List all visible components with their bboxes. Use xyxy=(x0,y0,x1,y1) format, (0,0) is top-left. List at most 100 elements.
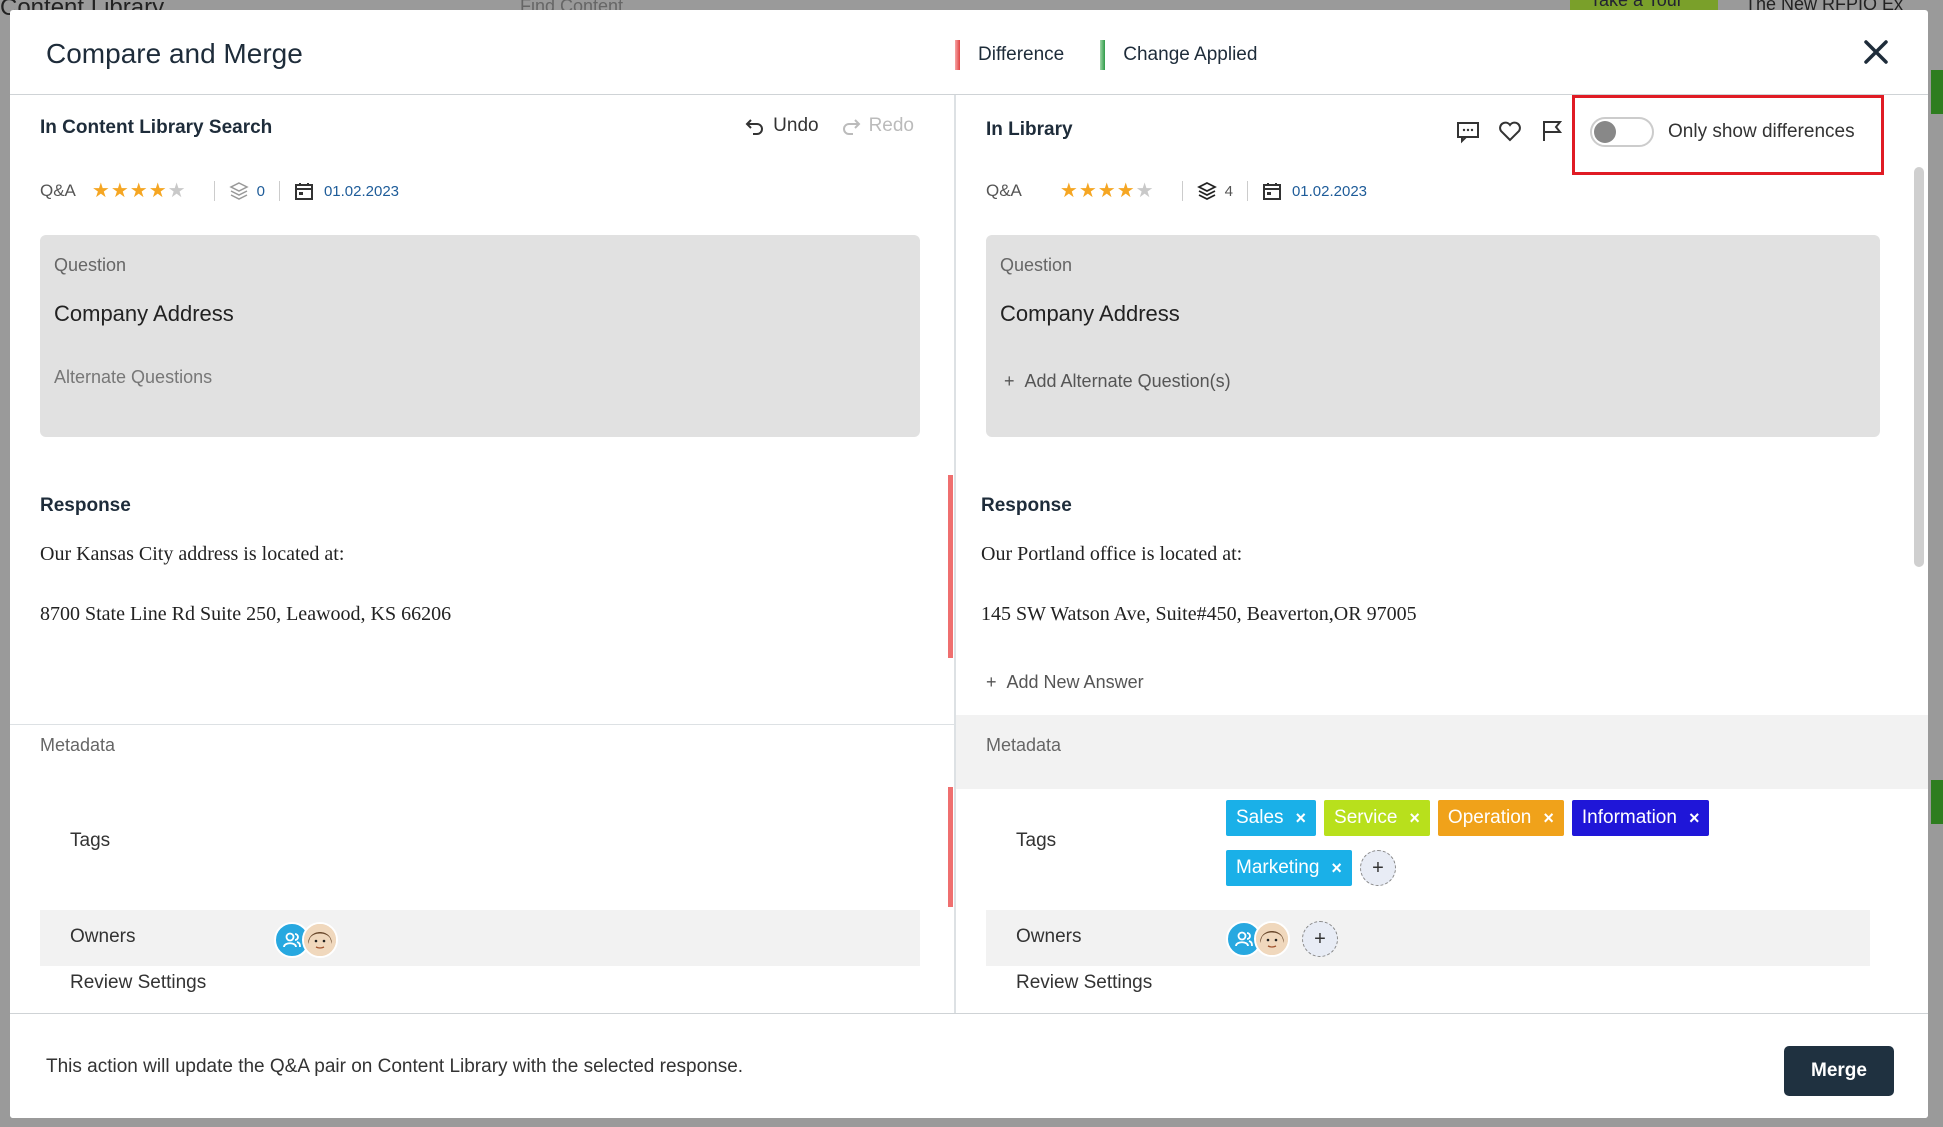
highlight-box xyxy=(1572,95,1884,175)
remove-tag-icon[interactable]: × xyxy=(1689,808,1700,829)
calendar-icon xyxy=(294,183,313,200)
difference-marker xyxy=(948,475,953,658)
tag-chip: Marketing × xyxy=(1226,850,1352,886)
plus-icon: + xyxy=(986,672,997,692)
calendar-icon xyxy=(1262,183,1281,200)
left-pane: In Content Library Search Undo Redo Q&A … xyxy=(10,95,956,1014)
question-label: Question xyxy=(1000,255,1073,275)
remove-tag-icon[interactable]: × xyxy=(1409,808,1420,829)
owners-label: Owners xyxy=(70,926,136,947)
question-box: Question Company Address Alternate Quest… xyxy=(40,235,920,437)
flag-icon[interactable] xyxy=(1538,117,1566,145)
legend-change-applied-label: Change Applied xyxy=(1123,44,1258,65)
left-meta-row: Q&A ★ ★ ★ ★ ★ 0 01.02.2023 xyxy=(40,181,399,201)
response-line[interactable]: Our Portland office is located at: xyxy=(981,543,1242,566)
tag-chip: Operation × xyxy=(1437,800,1564,836)
difference-swatch xyxy=(955,40,960,70)
tags-label: Tags xyxy=(1016,830,1057,851)
undo-button[interactable]: Undo xyxy=(745,115,819,137)
change-applied-swatch xyxy=(1100,40,1106,70)
star-icon: ★ xyxy=(1078,180,1097,202)
bg-strip xyxy=(1931,70,1943,114)
content-date: 01.02.2023 xyxy=(1291,182,1368,200)
plus-icon: + xyxy=(1004,371,1015,391)
legend-difference-label: Difference xyxy=(978,44,1065,65)
star-rating: ★ ★ ★ ★ ★ xyxy=(92,181,186,201)
compare-merge-modal: Compare and Merge Difference Change Appl… xyxy=(10,10,1928,1118)
star-icon: ★ xyxy=(129,180,148,202)
close-icon[interactable] xyxy=(1862,38,1890,66)
tag-label: Operation xyxy=(1447,807,1532,828)
usage-count: 4 xyxy=(1224,182,1233,200)
tag-chip: Information × xyxy=(1571,800,1710,836)
tag-label: Marketing xyxy=(1236,857,1320,878)
alternate-questions-label: Alternate Questions xyxy=(54,367,213,387)
star-icon: ★ xyxy=(148,180,167,202)
add-new-answer-button[interactable]: + Add New Answer xyxy=(986,672,1144,693)
add-tag-button[interactable]: + xyxy=(1359,850,1396,886)
merge-button[interactable]: Merge xyxy=(1784,1046,1894,1096)
question-text[interactable]: Company Address xyxy=(54,301,234,327)
difference-marker xyxy=(948,787,953,907)
person-avatar xyxy=(1254,921,1290,957)
remove-tag-icon[interactable]: × xyxy=(1543,808,1554,829)
question-label: Question xyxy=(54,255,127,275)
undo-icon xyxy=(745,119,764,135)
footer-message: This action will update the Q&A pair on … xyxy=(46,1056,744,1077)
owners-avatars: + xyxy=(1226,921,1338,957)
question-box: Question Company Address + Add Alternate… xyxy=(986,235,1880,437)
legend: Difference Change Applied xyxy=(955,40,1257,70)
tag-chip: Sales × xyxy=(1226,800,1317,836)
modal-footer: This action will update the Q&A pair on … xyxy=(10,1013,1928,1118)
tags-list: Sales × Service × Operation × Information × Mark… xyxy=(1226,800,1786,886)
star-icon: ★ xyxy=(167,180,186,202)
owners-label: Owners xyxy=(1016,926,1082,947)
response-line[interactable]: Our Kansas City address is located at: xyxy=(40,543,344,566)
star-icon: ★ xyxy=(91,180,110,202)
heart-icon[interactable] xyxy=(1496,117,1524,145)
tag-label: Sales xyxy=(1236,807,1284,828)
response-line[interactable]: 8700 State Line Rd Suite 250, Leawood, K… xyxy=(40,603,451,626)
person-avatar xyxy=(302,922,338,958)
star-rating: ★ ★ ★ ★ ★ xyxy=(1060,181,1154,201)
undo-redo: Undo Redo xyxy=(745,115,914,137)
scrollbar[interactable] xyxy=(1914,167,1924,567)
response-label: Response xyxy=(40,495,131,516)
owners-avatars xyxy=(274,922,338,958)
legend-change-applied: Change Applied xyxy=(1100,40,1257,70)
question-text[interactable]: Company Address xyxy=(1000,301,1180,327)
content-date: 01.02.2023 xyxy=(323,182,400,200)
response-line[interactable]: 145 SW Watson Ave, Suite#450, Beaverton,… xyxy=(981,603,1417,626)
review-settings-label: Review Settings xyxy=(1016,972,1153,993)
content-type: Q&A xyxy=(986,181,1022,200)
redo-icon xyxy=(842,119,860,135)
tag-label: Information xyxy=(1581,807,1677,828)
star-icon: ★ xyxy=(1116,180,1135,202)
usage-count: 0 xyxy=(256,182,265,200)
star-icon: ★ xyxy=(110,180,129,202)
metadata-label: Metadata xyxy=(40,735,116,755)
right-pane-heading: In Library xyxy=(986,119,1073,140)
tag-label: Service xyxy=(1334,807,1398,828)
remove-tag-icon[interactable]: × xyxy=(1296,808,1307,829)
tags-label: Tags xyxy=(70,830,111,851)
content-type: Q&A xyxy=(40,181,76,200)
response-label: Response xyxy=(981,495,1072,516)
bg-strip xyxy=(1931,780,1943,824)
legend-difference: Difference xyxy=(955,40,1064,70)
remove-tag-icon[interactable]: × xyxy=(1331,858,1342,879)
right-pane: In Library Only show differences Q&A ★ ★… xyxy=(956,95,1928,1014)
star-icon: ★ xyxy=(1097,180,1116,202)
add-owner-button[interactable]: + xyxy=(1302,921,1338,957)
star-icon: ★ xyxy=(1059,180,1078,202)
comment-icon[interactable] xyxy=(1454,117,1482,145)
add-alternate-question-button[interactable]: + Add Alternate Question(s) xyxy=(1004,371,1231,392)
modal-title: Compare and Merge xyxy=(46,38,303,69)
layers-icon xyxy=(1196,182,1217,200)
redo-button[interactable]: Redo xyxy=(841,115,914,137)
star-icon: ★ xyxy=(1135,180,1154,202)
metadata-label: Metadata xyxy=(986,735,1062,755)
layers-icon xyxy=(228,182,249,200)
right-meta-row: Q&A ★ ★ ★ ★ ★ 4 01.02.2023 xyxy=(986,181,1367,201)
modal-header: Compare and Merge Difference Change Appl… xyxy=(10,10,1928,95)
